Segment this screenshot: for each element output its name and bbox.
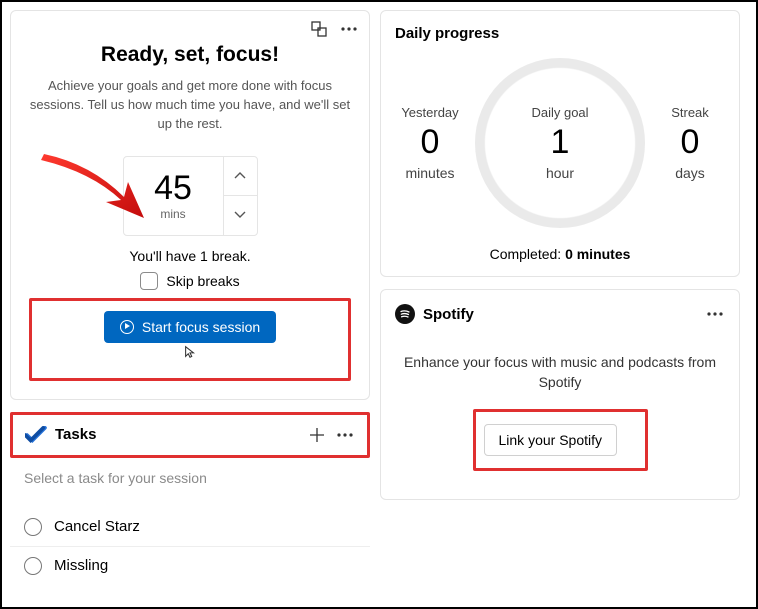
- expand-icon[interactable]: [309, 19, 329, 39]
- skip-breaks-checkbox[interactable]: [140, 272, 158, 290]
- tasks-title: Tasks: [55, 426, 299, 443]
- completed-prefix: Completed:: [490, 246, 565, 262]
- spotify-more-icon[interactable]: [705, 304, 725, 324]
- spotify-card: Spotify Enhance your focus with music an…: [380, 289, 740, 500]
- more-icon[interactable]: [339, 19, 359, 39]
- yesterday-stat: Yesterday 0 minutes: [395, 105, 465, 181]
- task-item[interactable]: Cancel Starz: [10, 508, 370, 547]
- goal-label: Daily goal: [531, 105, 588, 120]
- tasks-icon: [25, 426, 47, 444]
- task-radio[interactable]: [24, 557, 42, 575]
- focus-subtitle: Achieve your goals and get more done wit…: [29, 77, 351, 134]
- progress-ring: Daily goal 1 hour: [475, 58, 645, 228]
- start-highlight: Start focus session: [29, 298, 351, 381]
- goal-unit: hour: [546, 165, 574, 181]
- break-text: You'll have 1 break.: [29, 248, 351, 264]
- tasks-hint: Select a task for your session: [10, 470, 370, 496]
- streak-stat: Streak 0 days: [655, 105, 725, 181]
- daily-progress-card: Daily progress Yesterday 0 minutes Daily…: [380, 10, 740, 277]
- task-label: Cancel Starz: [54, 518, 140, 535]
- tasks-more-icon[interactable]: [335, 425, 355, 445]
- time-unit: mins: [160, 207, 185, 221]
- increase-button[interactable]: [223, 157, 257, 197]
- streak-label: Streak: [655, 105, 725, 120]
- daily-progress-title: Daily progress: [395, 25, 725, 42]
- play-icon: [120, 320, 134, 334]
- spotify-body: Enhance your focus with music and podcas…: [395, 352, 725, 393]
- spotify-brand: Spotify: [423, 306, 474, 323]
- task-item[interactable]: Missling: [10, 547, 370, 585]
- yesterday-unit: minutes: [395, 165, 465, 181]
- goal-value: 1: [551, 124, 570, 161]
- tasks-highlight: Tasks: [10, 412, 370, 458]
- completed-text: Completed: 0 minutes: [395, 246, 725, 262]
- spotify-icon: [395, 304, 415, 324]
- spotify-highlight: Link your Spotify: [473, 409, 648, 471]
- start-focus-button[interactable]: Start focus session: [104, 311, 276, 343]
- decrease-button[interactable]: [223, 196, 257, 235]
- yesterday-label: Yesterday: [395, 105, 465, 120]
- time-value: 45: [154, 171, 192, 205]
- link-spotify-button[interactable]: Link your Spotify: [484, 424, 618, 456]
- cursor-icon: [183, 345, 197, 359]
- start-label: Start focus session: [142, 319, 260, 335]
- add-task-button[interactable]: [307, 425, 327, 445]
- focus-title: Ready, set, focus!: [29, 43, 351, 67]
- completed-value: 0 minutes: [565, 246, 630, 262]
- time-stepper[interactable]: 45 mins: [123, 156, 258, 236]
- task-label: Missling: [54, 557, 108, 574]
- task-radio[interactable]: [24, 518, 42, 536]
- focus-card: Ready, set, focus! Achieve your goals an…: [10, 10, 370, 400]
- skip-breaks-label: Skip breaks: [166, 273, 239, 289]
- streak-value: 0: [655, 124, 725, 161]
- streak-unit: days: [655, 165, 725, 181]
- yesterday-value: 0: [395, 124, 465, 161]
